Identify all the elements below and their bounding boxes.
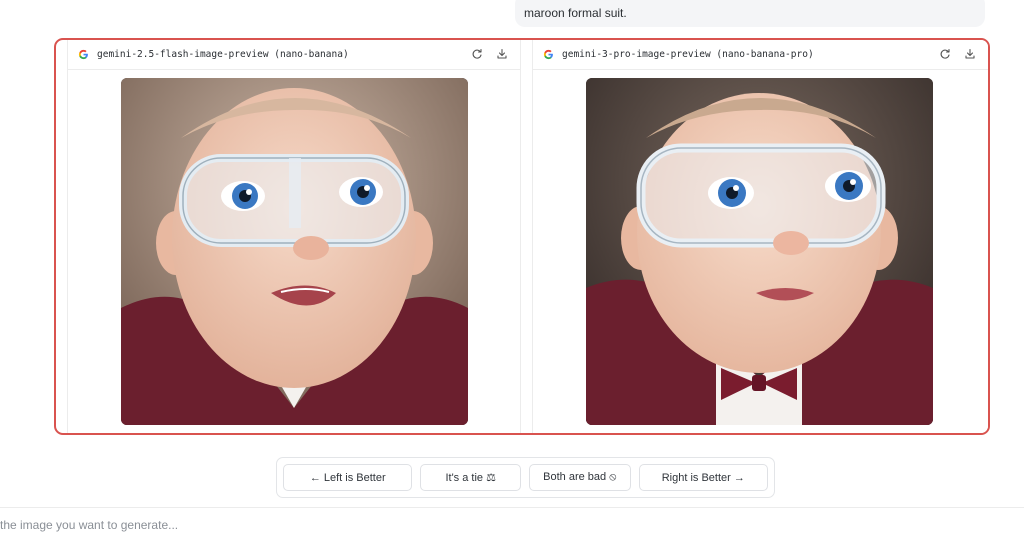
google-logo-icon bbox=[543, 49, 553, 60]
left-panel-header: gemini-2.5-flash-image-preview (nano-ban… bbox=[68, 40, 520, 70]
refresh-icon[interactable] bbox=[471, 48, 483, 60]
comparison-frame: gemini-2.5-flash-image-preview (nano-ban… bbox=[54, 38, 990, 435]
prompt-text: maroon formal suit. bbox=[524, 6, 627, 20]
left-is-better-button[interactable]: ← Left is Better bbox=[283, 464, 413, 491]
right-model-name: gemini-3-pro-image-preview (nano-banana-… bbox=[562, 49, 814, 60]
download-icon[interactable] bbox=[964, 48, 976, 60]
tie-button[interactable]: It's a tie ⚖ bbox=[420, 464, 521, 491]
right-is-better-button[interactable]: Right is Better → bbox=[638, 464, 768, 491]
left-model-name: gemini-2.5-flash-image-preview (nano-ban… bbox=[97, 49, 349, 60]
vote-bar: ← Left is Better It's a tie ⚖ Both are b… bbox=[276, 457, 775, 498]
download-icon[interactable] bbox=[496, 48, 508, 60]
left-generated-image[interactable] bbox=[121, 78, 468, 425]
right-generated-image[interactable] bbox=[586, 78, 933, 425]
right-model-panel: gemini-3-pro-image-preview (nano-banana-… bbox=[532, 40, 988, 433]
both-bad-button[interactable]: Both are bad ⦸ bbox=[529, 464, 631, 491]
prompt-input-row bbox=[0, 507, 1024, 538]
right-panel-header: gemini-3-pro-image-preview (nano-banana-… bbox=[533, 40, 988, 70]
user-prompt-bubble: maroon formal suit. bbox=[515, 0, 985, 27]
baby-goggles-image bbox=[121, 78, 468, 425]
refresh-icon[interactable] bbox=[939, 48, 951, 60]
baby-goggles-bowtie-image bbox=[586, 78, 933, 425]
google-logo-icon bbox=[78, 49, 88, 60]
prompt-input[interactable] bbox=[0, 516, 700, 534]
left-model-panel: gemini-2.5-flash-image-preview (nano-ban… bbox=[67, 40, 521, 433]
